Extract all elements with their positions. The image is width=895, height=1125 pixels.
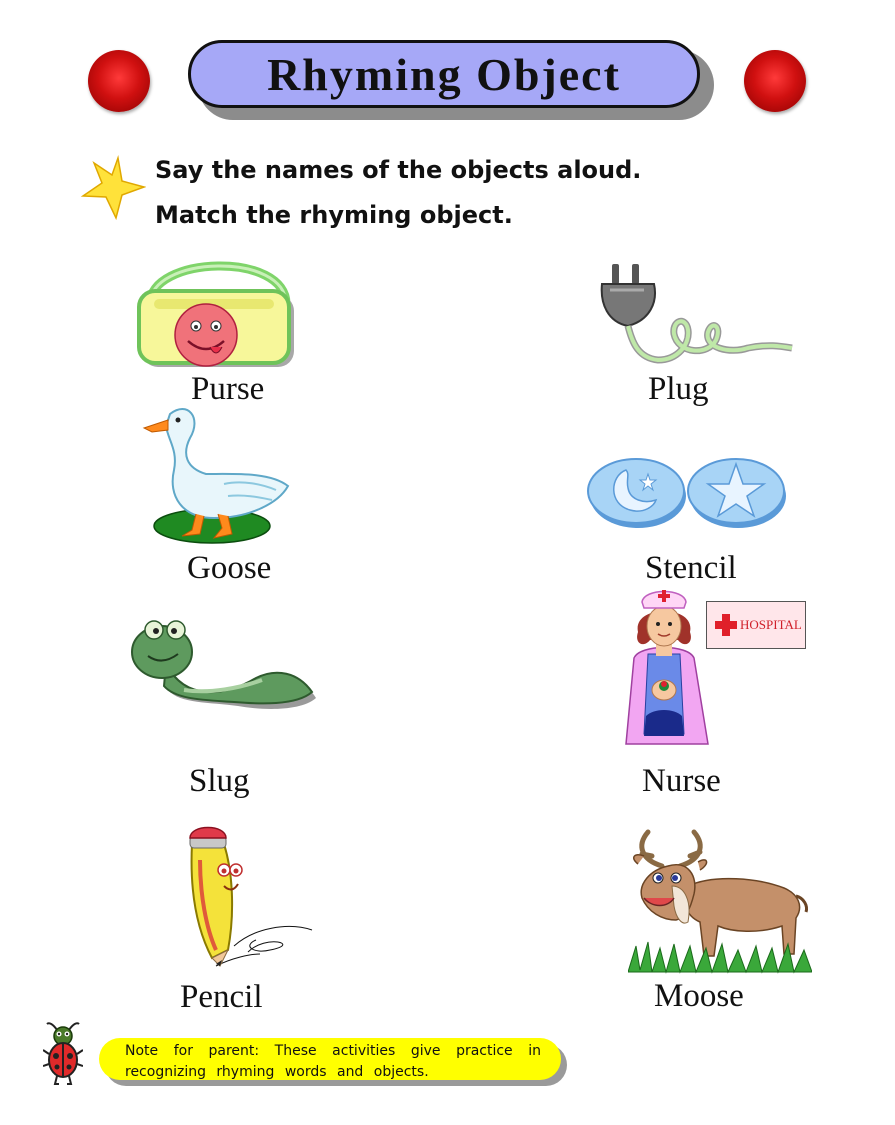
red-ball-left-icon <box>88 50 150 112</box>
red-ball-right-icon <box>744 50 806 112</box>
hospital-sign: HOSPITAL <box>706 601 806 649</box>
title-banner: Rhyming Object <box>188 40 700 108</box>
word-pencil: Pencil <box>180 979 263 1015</box>
star-icon <box>80 155 146 221</box>
pencil-icon <box>189 826 313 967</box>
page-title: Rhyming Object <box>267 48 621 100</box>
red-cross-icon <box>715 614 737 636</box>
word-goose: Goose <box>187 550 272 586</box>
ladybug-icon <box>43 1022 83 1085</box>
purse-icon <box>137 261 294 367</box>
nurse-icon <box>625 590 709 745</box>
word-nurse: Nurse <box>642 763 721 799</box>
note-line-2: recognizing rhyming words and objects. <box>125 1064 429 1080</box>
instruction-line-2: Match the rhyming object. <box>155 201 513 229</box>
instruction-line-1: Say the names of the objects aloud. <box>155 156 642 184</box>
note-line-1: Note for parent: These activities give p… <box>125 1043 541 1059</box>
plug-icon <box>600 264 793 364</box>
word-plug: Plug <box>648 371 709 407</box>
parent-note: Note for parent: These activities give p… <box>99 1038 561 1080</box>
word-moose: Moose <box>654 978 744 1014</box>
moose-icon <box>628 829 812 974</box>
hospital-sign-text: HOSPITAL <box>740 617 802 632</box>
word-slug: Slug <box>189 763 250 799</box>
slug-icon <box>131 620 316 709</box>
goose-icon <box>142 408 290 544</box>
word-stencil: Stencil <box>645 550 737 586</box>
stencil-icon <box>587 458 786 528</box>
